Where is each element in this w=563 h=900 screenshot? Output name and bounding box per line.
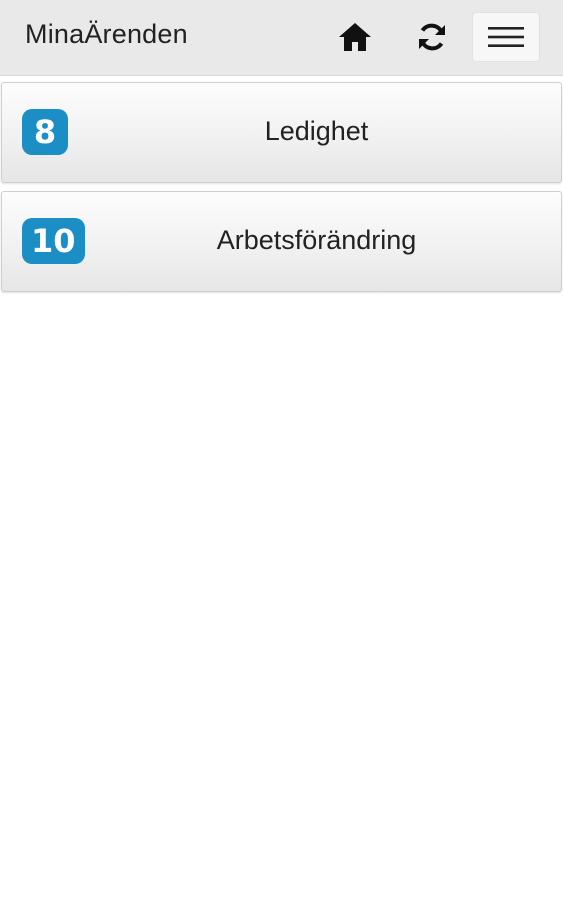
list-item-label: Arbetsförändring	[216, 225, 417, 255]
menu-button[interactable]	[472, 12, 540, 62]
list-item-label: Ledighet	[264, 116, 369, 146]
hamburger-menu-icon	[488, 27, 524, 47]
home-button[interactable]	[329, 12, 381, 62]
refresh-button[interactable]	[406, 12, 458, 62]
case-list: 8 Ledighet 10 Arbetsförändring	[0, 82, 563, 300]
app-header: MinaÄrenden	[0, 0, 563, 76]
app-screen: MinaÄrenden 8 Ledighet 10 Arbetsförändri…	[0, 0, 563, 900]
count-badge: 8	[22, 109, 68, 155]
refresh-icon	[419, 23, 445, 51]
list-item-ledighet[interactable]: 8 Ledighet	[1, 82, 562, 183]
home-icon	[339, 23, 371, 51]
list-item-arbetsforandring[interactable]: 10 Arbetsförändring	[1, 191, 562, 292]
app-title: MinaÄrenden	[25, 19, 188, 49]
